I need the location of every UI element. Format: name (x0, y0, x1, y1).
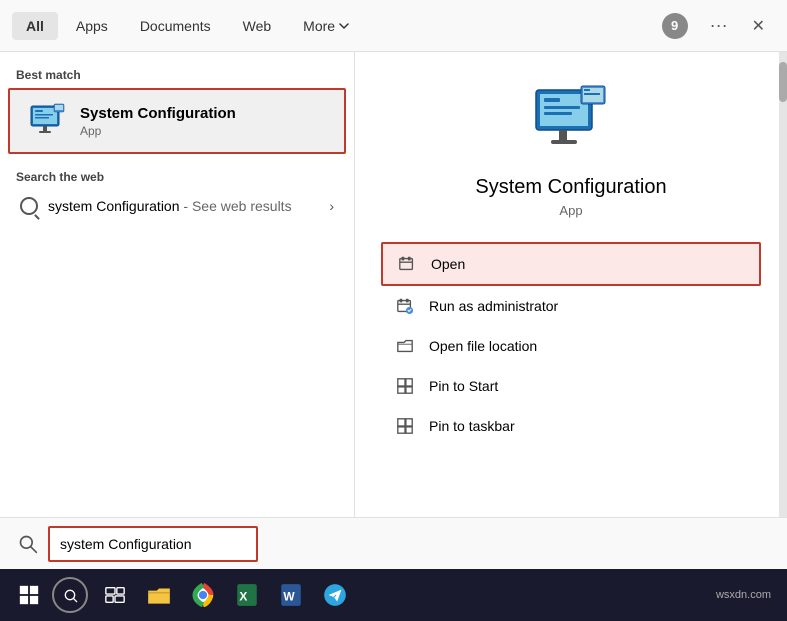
taskbar-search-circle[interactable] (52, 577, 88, 613)
svg-text:W: W (283, 589, 295, 603)
pin-start-icon (395, 376, 415, 396)
right-panel: System Configuration App Open (355, 52, 787, 517)
tab-all[interactable]: All (12, 12, 58, 40)
best-match-item[interactable]: System Configuration App (8, 88, 346, 154)
action-open-location[interactable]: Open file location (381, 326, 761, 366)
action-open[interactable]: Open (381, 242, 761, 286)
web-search-icon (20, 197, 38, 215)
watermark: wsxdn.com (716, 589, 771, 601)
search-panel: All Apps Documents Web More 9 ··· ✕ Best… (0, 0, 787, 621)
open-label: Open (431, 256, 465, 272)
tabs-bar: All Apps Documents Web More 9 ··· ✕ (0, 0, 787, 52)
excel-button[interactable]: X (226, 574, 268, 616)
folder-icon (395, 336, 415, 356)
admin-icon (395, 296, 415, 316)
action-list: Open Run as administrato (381, 242, 761, 446)
open-icon (397, 254, 417, 274)
telegram-button[interactable] (314, 574, 356, 616)
file-explorer-button[interactable] (138, 574, 180, 616)
action-pin-start[interactable]: Pin to Start (381, 366, 761, 406)
svg-text:X: X (239, 589, 247, 603)
left-panel: Best match (0, 52, 355, 517)
action-pin-taskbar[interactable]: Pin to taskbar (381, 406, 761, 446)
word-button[interactable]: W (270, 574, 312, 616)
search-web-chevron-icon: › (329, 198, 334, 214)
run-admin-label: Run as administrator (429, 298, 558, 314)
pin-taskbar-icon (395, 416, 415, 436)
search-input-text: system Configuration (60, 536, 192, 552)
action-run-admin[interactable]: Run as administrator (381, 286, 761, 326)
search-web-label: Search the web (16, 170, 338, 184)
open-location-label: Open file location (429, 338, 537, 354)
pin-taskbar-label: Pin to taskbar (429, 418, 515, 434)
windows-start-button[interactable] (8, 574, 50, 616)
chevron-down-icon (339, 21, 349, 31)
taskbar: X W wsxdn.com (0, 569, 787, 621)
tab-web[interactable]: Web (229, 12, 286, 40)
close-button[interactable]: ✕ (742, 12, 775, 40)
bottom-search-bar: system Configuration (0, 517, 787, 569)
bottom-search-icon (14, 530, 42, 558)
tab-more[interactable]: More (289, 12, 363, 40)
app-detail-sub: App (559, 203, 582, 218)
best-match-label: Best match (0, 64, 354, 88)
app-icon-box (26, 100, 68, 142)
pin-start-label: Pin to Start (429, 378, 498, 394)
right-scrollbar[interactable] (779, 52, 787, 517)
best-match-sub: App (80, 124, 236, 138)
system-config-icon (28, 102, 66, 140)
search-web-text: system Configuration - See web results (48, 198, 292, 214)
app-detail-icon-svg (531, 82, 611, 162)
more-options-button[interactable]: ··· (700, 11, 738, 40)
result-count-badge: 9 (662, 13, 688, 39)
search-web-item[interactable]: system Configuration - See web results › (16, 190, 338, 222)
main-content: Best match (0, 52, 787, 517)
tab-documents[interactable]: Documents (126, 12, 225, 40)
chrome-button[interactable] (182, 574, 224, 616)
search-web-section: Search the web system Configuration - Se… (0, 166, 354, 226)
tab-apps[interactable]: Apps (62, 12, 122, 40)
best-match-title: System Configuration (80, 105, 236, 122)
task-view-button[interactable] (94, 574, 136, 616)
app-detail-title: System Configuration (475, 176, 666, 199)
scrollbar-thumb[interactable] (779, 62, 787, 102)
search-input-box[interactable]: system Configuration (48, 526, 258, 562)
app-detail-icon (531, 82, 611, 162)
best-match-text: System Configuration App (80, 105, 236, 138)
